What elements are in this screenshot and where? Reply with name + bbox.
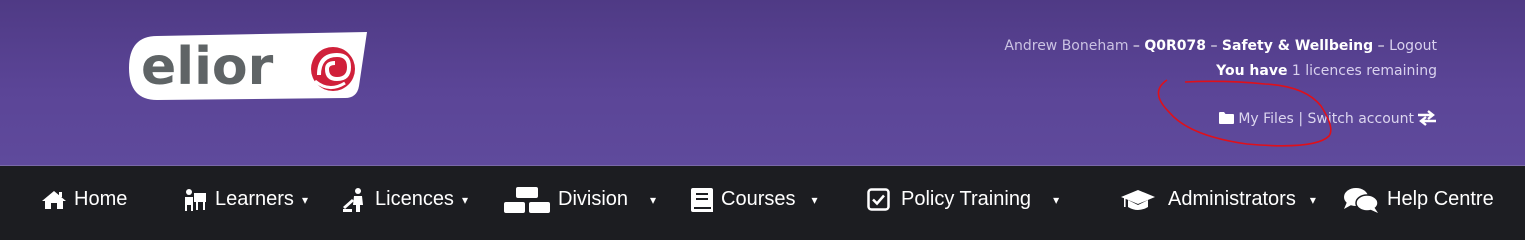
nav-administrators[interactable]: Administrators ▾ [1120, 166, 1316, 233]
nav-licences[interactable]: Licences ▾ [342, 166, 468, 233]
site-header: elior Andrew Boneham – Q0R078 – Safety &… [0, 0, 1525, 166]
elior-logo[interactable]: elior [127, 32, 370, 101]
account-code: Q0R078 [1144, 38, 1207, 54]
nav-courses[interactable]: Courses ▾ [690, 166, 818, 233]
nav-home[interactable]: Home [41, 166, 127, 233]
chevron-down-icon: ▾ [461, 192, 468, 207]
nav-division[interactable]: Division ▾ [503, 166, 656, 233]
switch-account-link[interactable]: Switch account [1307, 110, 1437, 127]
checkbox-checked-icon [867, 188, 890, 211]
my-files-link[interactable]: My Files [1219, 111, 1298, 127]
user-name: Andrew Boneham [1004, 38, 1129, 54]
account-name: Safety & Wellbeing [1221, 38, 1374, 54]
book-icon [691, 187, 713, 212]
chevron-down-icon: ▾ [1309, 192, 1316, 207]
nav-policy-training[interactable]: Policy Training ▾ [867, 166, 1059, 233]
chevron-down-icon: ▾ [650, 192, 657, 207]
licences-icon [343, 187, 363, 212]
main-navbar: Home Learners ▾ Licences ▾ Division ▾ Cours… [0, 166, 1525, 233]
licences-remaining-link[interactable]: 1 licences remaining [1292, 63, 1437, 79]
licences-line: You have 1 licences remaining [837, 61, 1437, 81]
logout-link[interactable]: Logout [1389, 38, 1437, 54]
graduation-cap-icon [1121, 189, 1155, 210]
exchange-arrows-icon [1418, 110, 1436, 126]
nav-help-centre[interactable]: Help Centre [1343, 166, 1494, 233]
chevron-down-icon: ▾ [811, 192, 818, 207]
files-line: My Files | Switch account [837, 109, 1437, 129]
chevron-down-icon: ▾ [1053, 192, 1060, 207]
licences-prefix: You have [1216, 63, 1288, 79]
account-panel: Andrew Boneham – Q0R078 – Safety & Wellb… [837, 36, 1437, 129]
home-icon [42, 190, 66, 209]
sitemap-icon [504, 186, 550, 213]
account-line: Andrew Boneham – Q0R078 – Safety & Wellb… [1004, 38, 1437, 54]
chat-bubbles-icon [1344, 187, 1379, 213]
logo-wordmark: elior [141, 37, 274, 97]
nav-learners[interactable]: Learners ▾ [182, 166, 308, 233]
folder-icon [1219, 112, 1235, 124]
logo-swirl-icon [311, 47, 355, 91]
learners-icon [185, 188, 206, 211]
chevron-down-icon: ▾ [301, 192, 308, 207]
